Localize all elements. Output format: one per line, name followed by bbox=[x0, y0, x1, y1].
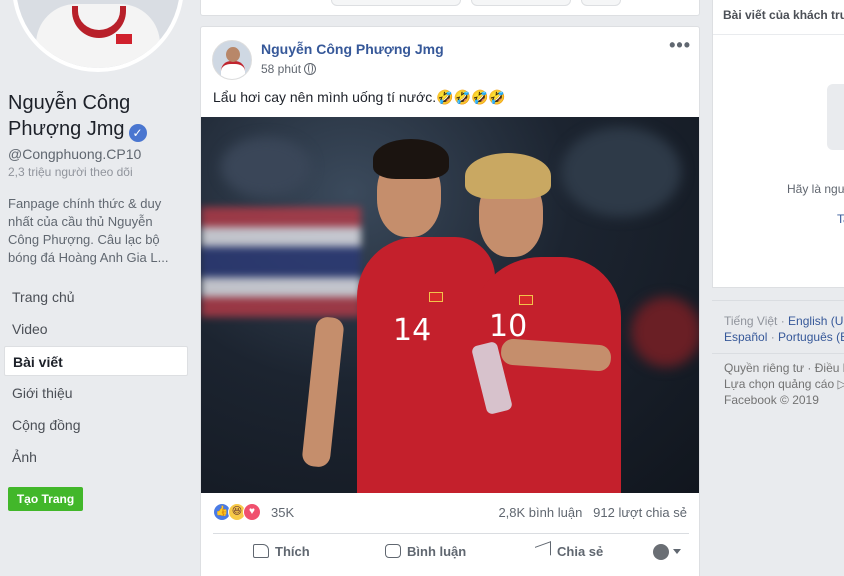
viewer-avatar[interactable] bbox=[653, 544, 669, 560]
like-label: Thích bbox=[275, 544, 310, 559]
share-arrow-icon bbox=[535, 541, 551, 561]
jersey-number-10: 10 bbox=[489, 309, 528, 344]
visitor-posts-card: Bài viết của khách tru Hãy là ngư Ta bbox=[712, 0, 844, 288]
jersey-number-14: 14 bbox=[393, 313, 432, 348]
post-card: Nguyễn Công Phượng Jmg 58 phút ••• Lẩu h… bbox=[200, 26, 700, 576]
chevron-down-icon[interactable] bbox=[673, 549, 681, 554]
footer: Tiếng Việt · English (U Español · Portug… bbox=[712, 300, 844, 408]
nav-item-about[interactable]: Giới thiệu bbox=[4, 378, 188, 408]
post-timestamp[interactable]: 58 phút bbox=[261, 62, 317, 76]
nav-item-community[interactable]: Cộng đồng bbox=[4, 410, 188, 440]
copyright: Facebook © 2019 bbox=[724, 393, 819, 407]
nav-item-home[interactable]: Trang chủ bbox=[4, 282, 188, 312]
page-name-text: Nguyễn Công Phượng Jmg bbox=[8, 92, 131, 140]
page-description: Fanpage chính thức & duy nhất của cầu th… bbox=[8, 196, 169, 265]
page-handle[interactable]: @Congphuong.CP10 bbox=[8, 146, 141, 162]
language-link-portuguese[interactable]: Português (E bbox=[778, 330, 844, 344]
post-time-text: 58 phút bbox=[261, 62, 302, 76]
post-text: Lẩu hơi cay nên mình uống tí nước.🤣🤣🤣🤣 bbox=[213, 89, 506, 105]
page-sidebar: Nguyễn Công Phượng Jmg ✓ @Congphuong.CP10… bbox=[0, 0, 190, 576]
more-options-icon[interactable]: ••• bbox=[669, 35, 691, 56]
nav-item-video[interactable]: Video bbox=[4, 314, 188, 344]
empty-state-hint: Hãy là ngư bbox=[787, 182, 844, 196]
nav-item-photos[interactable]: Ảnh bbox=[4, 442, 188, 472]
post-actions: Thích Bình luận Chia sẻ bbox=[213, 533, 689, 573]
comment-label: Bình luận bbox=[407, 544, 467, 559]
profile-picture[interactable] bbox=[12, 0, 184, 72]
post-stats: 2,8K bình luận 912 lượt chia sẻ bbox=[498, 505, 687, 520]
composer-pill[interactable] bbox=[331, 0, 461, 6]
reaction-count: 35K bbox=[271, 505, 295, 520]
page-nav: Trang chủ Video Bài viết Giới thiệu Cộng… bbox=[4, 282, 188, 474]
empty-state-link[interactable]: Ta bbox=[837, 212, 844, 226]
ad-choices-link[interactable]: Lựa chọn quảng cáo ▷ bbox=[724, 376, 844, 392]
visitor-posts-title: Bài viết của khách tru bbox=[723, 8, 844, 22]
love-reaction-icon: ♥ bbox=[243, 503, 261, 521]
composer-pill[interactable] bbox=[471, 0, 571, 6]
language-link-english[interactable]: English (U bbox=[788, 314, 843, 328]
share-count-link[interactable]: 912 lượt chia sẻ bbox=[593, 505, 687, 520]
share-label: Chia sẻ bbox=[557, 544, 604, 559]
create-page-button[interactable]: Tạo Trang bbox=[8, 487, 83, 511]
current-language: Tiếng Việt bbox=[724, 314, 778, 328]
author-avatar[interactable] bbox=[212, 40, 252, 80]
composer-strip bbox=[200, 0, 700, 16]
nav-item-posts[interactable]: Bài viết bbox=[4, 346, 188, 376]
page-name[interactable]: Nguyễn Công Phượng Jmg ✓ bbox=[8, 90, 178, 142]
privacy-links[interactable]: Quyền riêng tư · Điều k bbox=[724, 360, 844, 376]
empty-state-illustration bbox=[827, 84, 844, 150]
composer-pill[interactable] bbox=[581, 0, 621, 6]
language-link-spanish[interactable]: Español bbox=[724, 330, 767, 344]
follower-count: 2,3 triệu người theo dõi bbox=[8, 165, 133, 179]
thumbs-up-icon bbox=[253, 544, 269, 558]
language-row-2: Español · Português (E bbox=[724, 329, 844, 345]
comment-button[interactable]: Bình luận bbox=[385, 544, 466, 559]
post-author[interactable]: Nguyễn Công Phượng Jmg bbox=[261, 41, 444, 57]
language-row-1: Tiếng Việt · English (U bbox=[724, 314, 844, 328]
share-button[interactable]: Chia sẻ bbox=[535, 541, 604, 561]
verified-badge-icon: ✓ bbox=[128, 124, 147, 142]
globe-icon bbox=[304, 63, 317, 75]
comment-count-link[interactable]: 2,8K bình luận bbox=[498, 505, 582, 520]
comment-icon bbox=[385, 544, 401, 558]
post-photo[interactable]: 14 10 bbox=[201, 117, 699, 493]
like-button[interactable]: Thích bbox=[253, 544, 310, 559]
